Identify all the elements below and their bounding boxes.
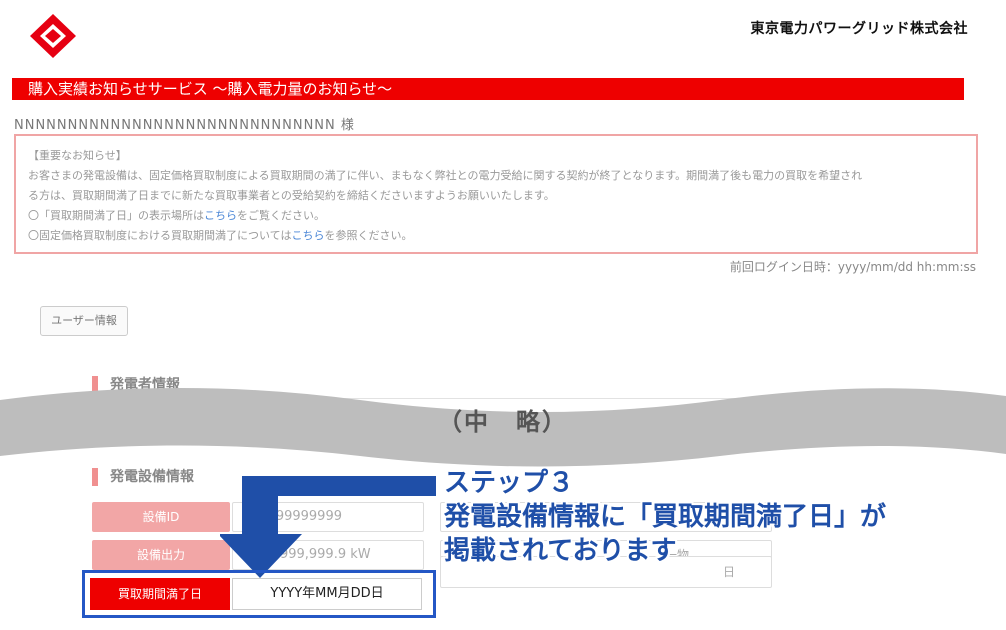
- notice-line-2: る方は、買取期間満了日までに新たな買取事業者との受給契約を締結くださいますようお…: [28, 189, 555, 202]
- notice-line-1: お客さまの発電設備は、固定価格買取制度による買取期間の満了に伴い、まもなく弊社と…: [28, 169, 863, 182]
- notice-heading: 【重要なお知らせ】: [28, 149, 127, 162]
- step-number: ステップ３: [444, 468, 575, 498]
- last-login: 前回ログイン日時：yyyy/mm/dd hh:mm:ss: [729, 260, 976, 274]
- notice-line-4-tail: を参照ください。: [324, 229, 413, 242]
- expiry-date-label: 買取期間満了日: [90, 578, 230, 610]
- step-callout: ステップ３ 発電設備情報に「買取期間満了日」が 掲載されております: [444, 466, 886, 568]
- expiry-date-value: YYYY年MM月DD日: [232, 578, 422, 610]
- company-name: 東京電力パワーグリッド株式会社: [750, 21, 968, 37]
- equipment-id-label: 設備ID: [92, 502, 230, 532]
- expiry-location-link[interactable]: こちら: [204, 209, 237, 222]
- service-title: 購入実績お知らせサービス ～購入電力量のお知らせ～: [12, 78, 964, 100]
- user-info-button[interactable]: ユーザー情報: [40, 306, 128, 336]
- customer-name: NNNNNNNNNNNNNNNNNNNNNNNNNNNNNN 様: [14, 118, 355, 133]
- notice-line-3-tail: をご覧ください。: [237, 209, 325, 222]
- step-description-1: 発電設備情報に「買取期間満了日」が: [444, 502, 887, 532]
- notice-line-4-text: 〇固定価格買取制度における買取期間満了については: [28, 229, 292, 242]
- down-arrow-icon: [220, 476, 436, 578]
- tepco-logo-icon: [30, 14, 76, 58]
- notice-line-3-text: 〇「買取期間満了日」の表示場所は: [28, 209, 204, 222]
- omitted-label: （中 略）: [438, 408, 568, 436]
- step-description-2: 掲載されております: [444, 536, 677, 566]
- section-equipment: 発電設備情報: [92, 468, 194, 486]
- fit-expiry-link[interactable]: こちら: [291, 229, 324, 242]
- notice-line-4: 〇固定価格買取制度における買取期間満了についてはこちらを参照ください。: [28, 226, 964, 246]
- notice-line-3: 〇「買取期間満了日」の表示場所はこちらをご覧ください。: [28, 206, 964, 226]
- equipment-output-label: 設備出力: [92, 540, 230, 570]
- important-notice: 【重要なお知らせ】 お客さまの発電設備は、固定価格買取制度による買取期間の満了に…: [14, 134, 978, 254]
